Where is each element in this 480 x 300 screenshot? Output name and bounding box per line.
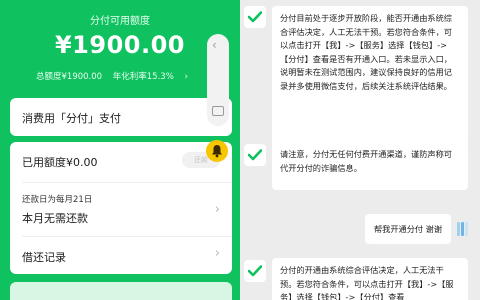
pay-with-fenfu-label: 消费用「分付」支付 (22, 112, 121, 125)
limit-info-link[interactable]: 总额度¥1900.00 年化利率15.3% › (36, 70, 188, 82)
floating-sidebar[interactable]: ‹ (207, 34, 229, 126)
message-bubble: 请注意，分付无任何付费开通渠道，谨防声称可代开分付的诈骗信息。 (272, 142, 468, 190)
available-amount: ¥1900.00 (54, 31, 185, 59)
available-limit-label: 分付可用额度 (90, 16, 150, 27)
chevron-right-icon: › (184, 72, 189, 82)
chevron-right-icon: › (214, 202, 220, 217)
usage-card: 已用额度¥0.00 还款 还款日为每月21日 本月无需还款 › 借还记录 › (10, 142, 232, 274)
user-avatar (457, 220, 469, 238)
document-icon[interactable] (212, 106, 224, 116)
chevron-left-icon[interactable]: ‹ (212, 38, 217, 52)
annual-rate-text: 年化利率15.3% (112, 72, 174, 82)
bell-icon[interactable] (206, 140, 228, 162)
user-message-bubble: 帮我开通分付 谢谢 (365, 214, 451, 244)
used-limit-text: 已用额度¥0.00 (22, 156, 98, 169)
bottom-card (10, 282, 232, 300)
divider (22, 182, 232, 183)
wechat-pay-icon (244, 144, 266, 166)
chat-panel: 分付目前处于逐步开放阶段，能否开通由系统综合评估决定，人工无法干预。若您符合条件… (240, 0, 480, 300)
total-limit-text: 总额度¥1900.00 (36, 72, 103, 82)
wechat-pay-icon (244, 6, 266, 28)
chevron-right-icon: › (214, 246, 220, 261)
wallet-panel: 分付可用额度 ¥1900.00 总额度¥1900.00 年化利率15.3% › … (0, 0, 240, 300)
repay-day-text: 还款日为每月21日 (22, 195, 93, 205)
message-bubble: 分付的开通由系统综合评估决定，人工无法干预。若您符合条件，可以点击打开【我】->… (272, 258, 468, 300)
pay-with-fenfu-card[interactable]: 消费用「分付」支付 › (10, 98, 232, 136)
message-bubble: 分付目前处于逐步开放阶段，能否开通由系统综合评估决定，人工无法干预。若您符合条件… (272, 6, 468, 146)
repay-status-text: 本月无需还款 (22, 212, 88, 225)
records-label: 借还记录 (22, 251, 66, 264)
wechat-pay-icon (244, 260, 266, 282)
divider (22, 236, 232, 237)
